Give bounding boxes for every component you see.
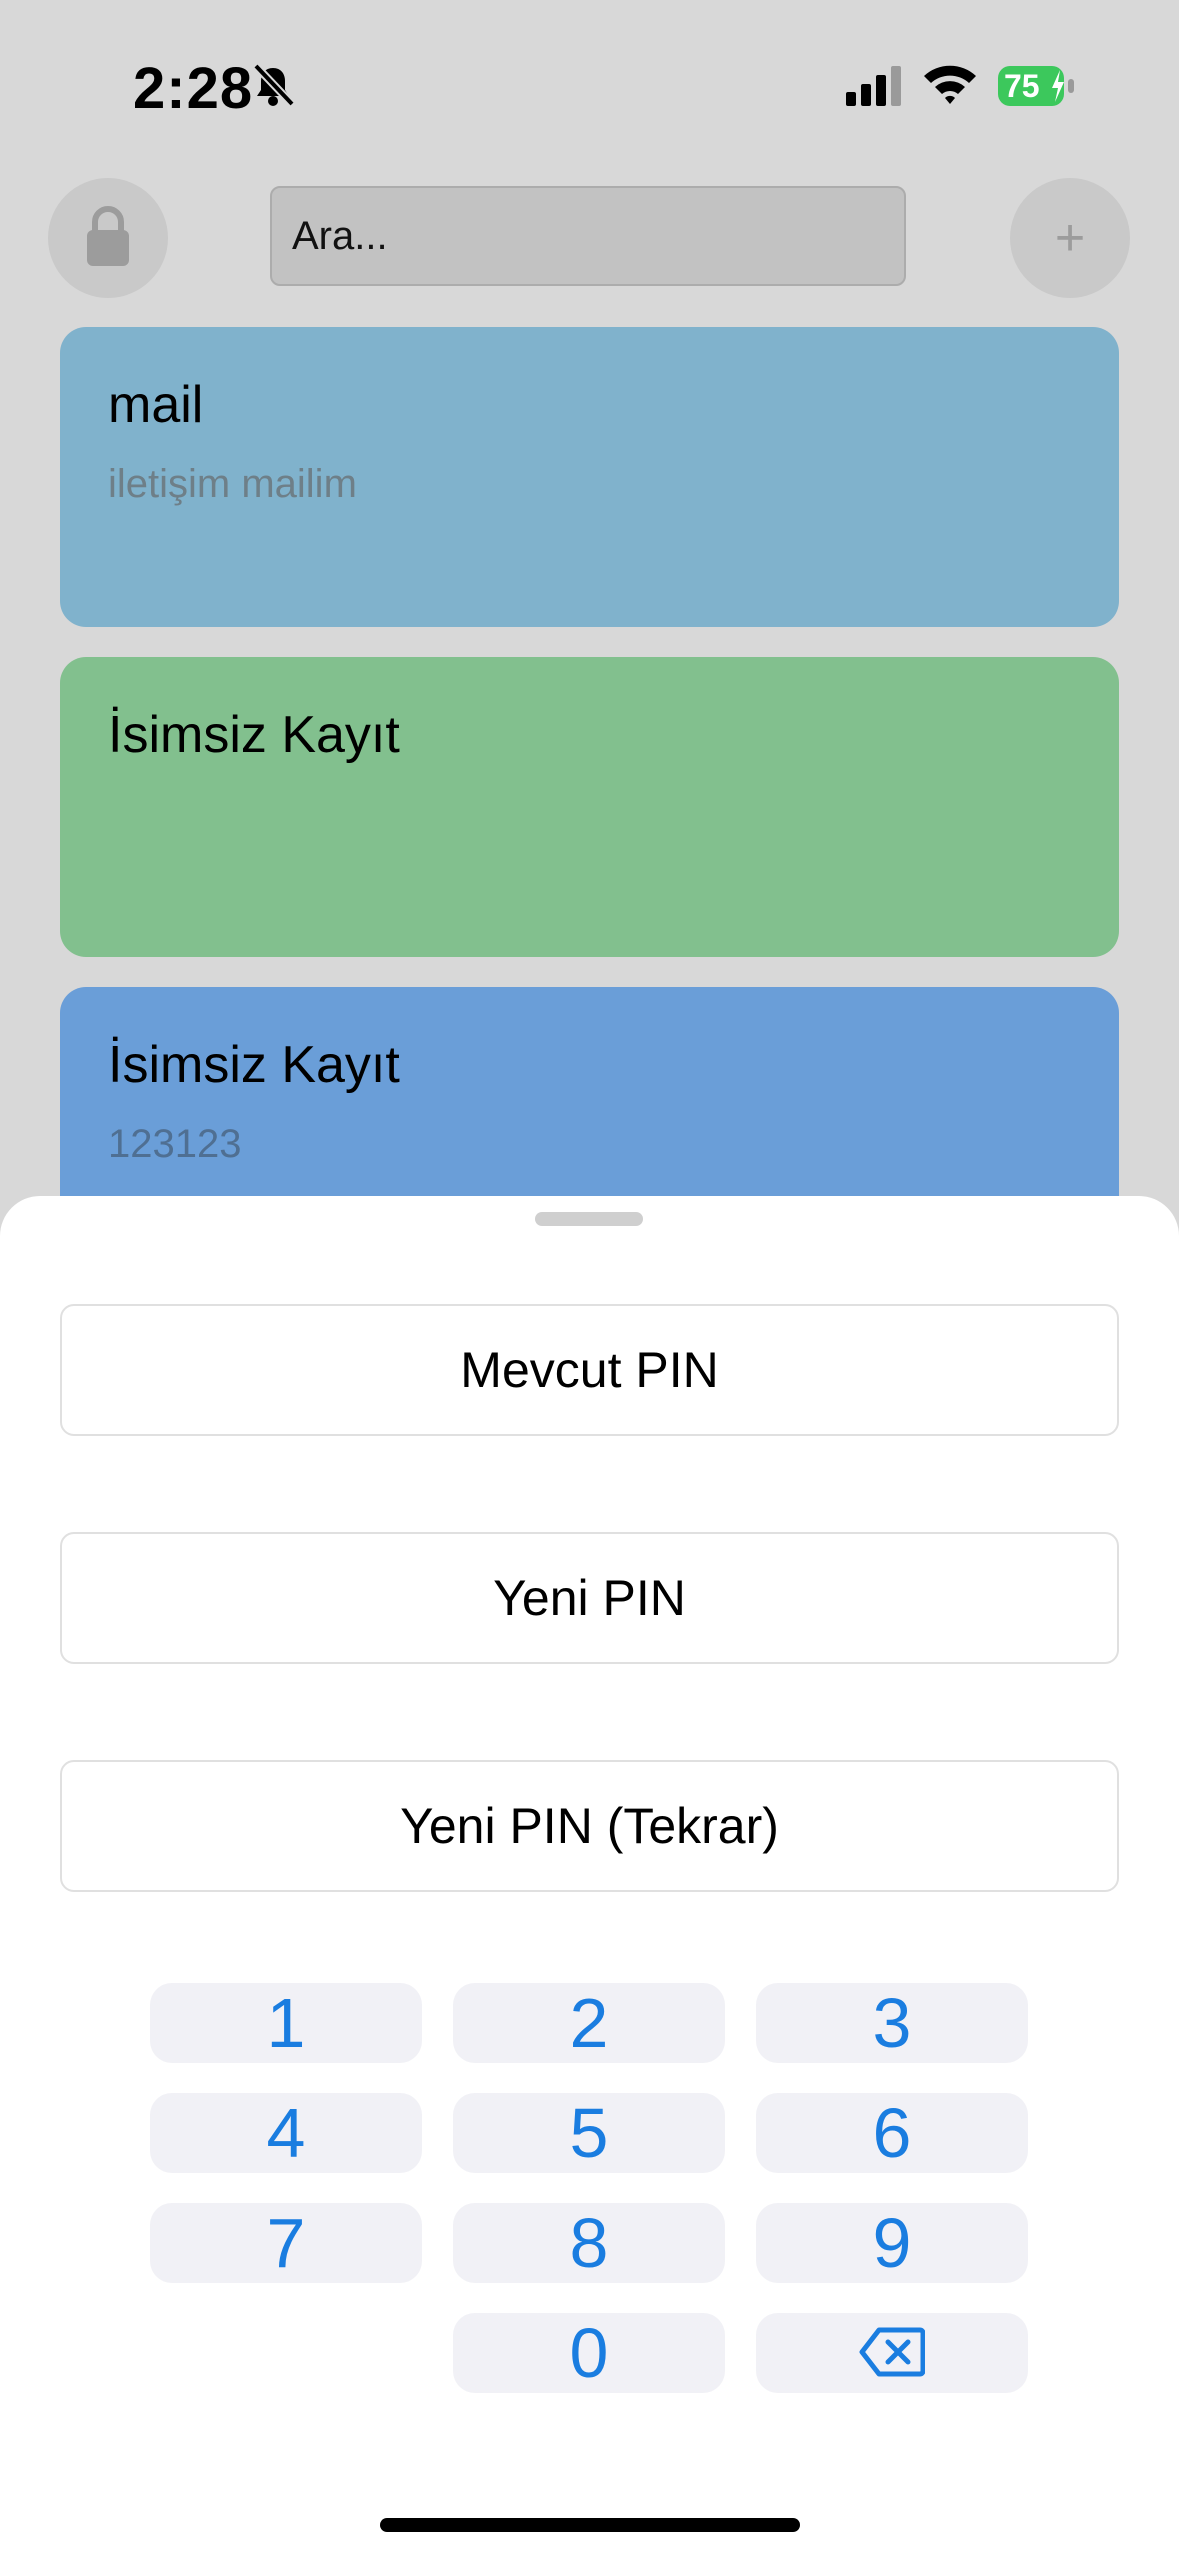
record-subtitle: iletişim mailim: [108, 462, 357, 506]
top-bar: Ara... +: [0, 170, 1179, 310]
lock-icon: [83, 204, 133, 273]
record-subtitle: 123123: [108, 1122, 242, 1166]
search-placeholder: Ara...: [292, 213, 388, 258]
key-0[interactable]: 0: [453, 2313, 725, 2393]
key-5[interactable]: 5: [453, 2093, 725, 2173]
sheet-grabber[interactable]: [535, 1212, 643, 1226]
battery-percent: 75: [1004, 68, 1040, 104]
current-pin-field[interactable]: Mevcut PIN: [60, 1304, 1119, 1436]
key-3[interactable]: 3: [756, 1983, 1028, 2063]
new-pin-placeholder: Yeni PIN: [493, 1570, 686, 1626]
search-input[interactable]: Ara...: [270, 186, 906, 286]
key-8[interactable]: 8: [453, 2203, 725, 2283]
new-pin-repeat-field[interactable]: Yeni PIN (Tekrar): [60, 1760, 1119, 1892]
bell-off-icon: [250, 62, 296, 113]
key-6[interactable]: 6: [756, 2093, 1028, 2173]
pin-change-sheet: Mevcut PIN Yeni PIN Yeni PIN (Tekrar) 1 …: [0, 1196, 1179, 2556]
status-time: 2:28: [133, 56, 254, 121]
cellular-signal-icon: [846, 66, 906, 111]
status-bar: 2:28 75: [0, 0, 1179, 170]
battery-icon: 75: [998, 66, 1078, 106]
backspace-key[interactable]: [756, 2313, 1028, 2393]
charging-bolt-icon: [1050, 70, 1066, 107]
key-1[interactable]: 1: [150, 1983, 422, 2063]
new-pin-field[interactable]: Yeni PIN: [60, 1532, 1119, 1664]
record-card[interactable]: İsimsiz Kayıt: [60, 657, 1119, 957]
backspace-icon: [859, 2313, 926, 2393]
key-4[interactable]: 4: [150, 2093, 422, 2173]
record-card[interactable]: mail iletişim mailim: [60, 327, 1119, 627]
lock-button[interactable]: [48, 178, 168, 298]
record-title: İsimsiz Kayıt: [108, 1036, 400, 1094]
new-pin-repeat-placeholder: Yeni PIN (Tekrar): [400, 1798, 779, 1854]
record-title: mail: [108, 376, 204, 434]
home-indicator[interactable]: [380, 2518, 800, 2532]
add-record-button[interactable]: +: [1010, 178, 1130, 298]
record-title: İsimsiz Kayıt: [108, 706, 400, 764]
battery-cap: [1068, 79, 1074, 93]
plus-icon: +: [1054, 209, 1086, 267]
wifi-icon: [922, 62, 978, 111]
current-pin-placeholder: Mevcut PIN: [460, 1342, 719, 1398]
key-9[interactable]: 9: [756, 2203, 1028, 2283]
key-7[interactable]: 7: [150, 2203, 422, 2283]
key-2[interactable]: 2: [453, 1983, 725, 2063]
